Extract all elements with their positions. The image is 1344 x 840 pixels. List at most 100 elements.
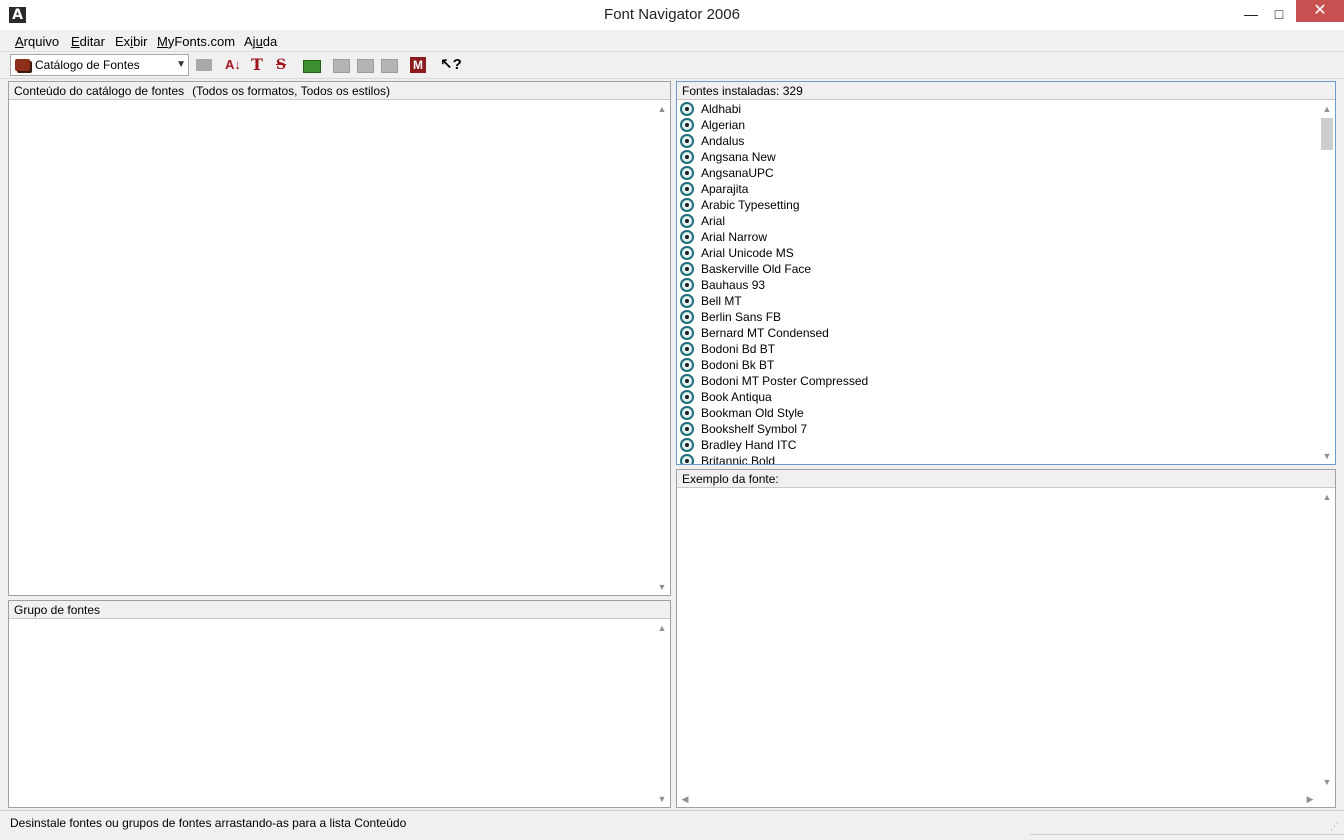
menu-arquivo[interactable]: Arquivo — [15, 34, 59, 49]
status-text: Desinstale fontes ou grupos de fontes ar… — [10, 816, 407, 830]
font-list-item[interactable]: Bookman Old Style — [677, 405, 1318, 421]
font-name: Arial — [701, 214, 726, 228]
truetype-font-icon — [680, 310, 694, 324]
installed-fonts-title: Fontes instaladas: 329 — [682, 84, 803, 98]
font-list-item[interactable]: Arial Narrow — [677, 229, 1318, 245]
catalog-scrollbar[interactable]: ▲ ▼ — [654, 101, 670, 595]
truetype-font-icon — [680, 326, 694, 340]
truetype-font-icon — [680, 198, 694, 212]
chevron-down-icon[interactable]: ▼ — [1319, 774, 1335, 790]
font-list-item[interactable]: Bookshelf Symbol 7 — [677, 421, 1318, 437]
font-sample-title: Exemplo da fonte: — [682, 472, 779, 486]
chevron-up-icon[interactable]: ▲ — [654, 101, 670, 117]
truetype-font-icon — [680, 422, 694, 436]
menu-exibir[interactable]: Exibir — [115, 34, 148, 49]
font-list-item[interactable]: Arial Unicode MS — [677, 245, 1318, 261]
font-list-item[interactable]: Bell MT — [677, 293, 1318, 309]
truetype-font-icon — [680, 342, 694, 356]
font-list-item[interactable]: Bernard MT Condensed — [677, 325, 1318, 341]
group-pane[interactable]: Grupo de fontes ▲ ▼ — [8, 600, 671, 808]
chevron-up-icon[interactable]: ▲ — [654, 620, 670, 636]
font-list-item[interactable]: Book Antiqua — [677, 389, 1318, 405]
book-icon — [15, 59, 30, 71]
font-name: Arial Narrow — [701, 230, 768, 244]
print-icon[interactable] — [379, 56, 398, 74]
font-name: Arial Unicode MS — [701, 246, 794, 260]
font-list-item[interactable]: Bauhaus 93 — [677, 277, 1318, 293]
font-list-item[interactable]: Bradley Hand ITC — [677, 437, 1318, 453]
text-style-icon[interactable]: T — [248, 56, 266, 74]
font-list-item[interactable]: Britannic Bold — [677, 453, 1318, 464]
font-list-item[interactable]: Aldhabi — [677, 101, 1318, 117]
group-scrollbar[interactable]: ▲ ▼ — [654, 620, 670, 807]
chevron-down-icon[interactable]: ▼ — [176, 59, 186, 70]
font-list-item[interactable]: Angsana New — [677, 149, 1318, 165]
font-list-item[interactable]: Aparajita — [677, 181, 1318, 197]
chevron-down-icon[interactable]: ▼ — [654, 791, 670, 807]
window-title: Font Navigator 2006 — [604, 6, 740, 23]
myfonts-icon[interactable]: M — [410, 57, 426, 73]
properties-icon[interactable] — [331, 56, 350, 74]
help-pointer-icon[interactable]: ↖? — [440, 56, 462, 74]
installed-fonts-list[interactable]: Aldhabi Algerian Andalus Angsana New Angsana… — [677, 101, 1318, 464]
font-list-item[interactable]: Bodoni Bd BT — [677, 341, 1318, 357]
font-list-item[interactable]: Bodoni MT Poster Compressed — [677, 373, 1318, 389]
truetype-font-icon — [680, 134, 694, 148]
chevron-down-icon[interactable]: ▼ — [1319, 448, 1335, 464]
sample-vscrollbar[interactable]: ▲ ▼ — [1319, 489, 1335, 790]
chevron-up-icon[interactable]: ▲ — [1319, 489, 1335, 505]
truetype-font-icon — [680, 358, 694, 372]
preview-icon[interactable] — [355, 56, 374, 74]
font-sample-header: Exemplo da fonte: — [677, 470, 1335, 488]
toolbar: Catálogo de Fontes ▼ A↓ T S M ↖? — [0, 52, 1344, 79]
chevron-down-icon[interactable]: ▼ — [654, 579, 670, 595]
font-name: Bodoni Bk BT — [701, 358, 775, 372]
installed-fonts-pane[interactable]: Fontes instaladas: 329 Aldhabi Algerian An… — [676, 81, 1336, 465]
font-list-item[interactable]: AngsanaUPC — [677, 165, 1318, 181]
installed-fonts-scrollbar[interactable]: ▲ ▼ — [1319, 101, 1335, 464]
install-folder-icon[interactable] — [302, 56, 321, 74]
menu-editar[interactable]: Editar — [71, 34, 105, 49]
az-sort-icon[interactable]: A↓ — [224, 56, 242, 74]
font-name: Aparajita — [701, 182, 749, 196]
font-name: AngsanaUPC — [701, 166, 774, 180]
catalog-pane[interactable]: Conteúdo do catálogo de fontes (Todos os … — [8, 81, 671, 596]
catalog-pane-title: Conteúdo do catálogo de fontes — [14, 84, 185, 98]
catalog-select[interactable]: Catálogo de Fontes ▼ — [10, 54, 189, 76]
font-name: Bradley Hand ITC — [701, 438, 797, 452]
sample-hscrollbar[interactable]: ◀ ▶ — [677, 791, 1318, 807]
truetype-font-icon — [680, 102, 694, 116]
font-list-item[interactable]: Andalus — [677, 133, 1318, 149]
chevron-right-icon[interactable]: ▶ — [1302, 791, 1318, 807]
font-name: Baskerville Old Face — [701, 262, 812, 276]
truetype-font-icon — [680, 278, 694, 292]
font-list-item[interactable]: Arial — [677, 213, 1318, 229]
chevron-left-icon[interactable]: ◀ — [677, 791, 693, 807]
group-pane-title: Grupo de fontes — [14, 603, 101, 617]
menu-myfonts[interactable]: MyFonts.com — [157, 34, 235, 49]
font-name: Arabic Typesetting — [701, 198, 800, 212]
catalog-select-value: Catálogo de Fontes — [35, 58, 140, 72]
truetype-font-icon — [680, 438, 694, 452]
truetype-font-icon — [680, 182, 694, 196]
font-name: Book Antiqua — [701, 390, 772, 404]
font-name: Bodoni Bd BT — [701, 342, 776, 356]
installed-fonts-header: Fontes instaladas: 329 — [677, 82, 1335, 100]
font-name: Aldhabi — [701, 102, 742, 116]
group-pane-header: Grupo de fontes — [9, 601, 670, 619]
font-list-item[interactable]: Baskerville Old Face — [677, 261, 1318, 277]
scroll-thumb[interactable] — [1321, 118, 1333, 150]
folder-icon[interactable] — [195, 56, 213, 74]
menu-ajuda[interactable]: Ajuda — [244, 34, 277, 49]
strike-style-icon[interactable]: S — [272, 56, 290, 74]
truetype-font-icon — [680, 262, 694, 276]
truetype-font-icon — [680, 230, 694, 244]
font-list-item[interactable]: Algerian — [677, 117, 1318, 133]
close-button[interactable]: ✕ — [1296, 0, 1344, 22]
font-list-item[interactable]: Bodoni Bk BT — [677, 357, 1318, 373]
font-sample-pane[interactable]: Exemplo da fonte: ▲ ▼ ◀ ▶ — [676, 469, 1336, 808]
chevron-up-icon[interactable]: ▲ — [1319, 101, 1335, 117]
resize-grip-icon[interactable]: ⋰ — [1330, 821, 1340, 831]
font-list-item[interactable]: Berlin Sans FB — [677, 309, 1318, 325]
font-list-item[interactable]: Arabic Typesetting — [677, 197, 1318, 213]
